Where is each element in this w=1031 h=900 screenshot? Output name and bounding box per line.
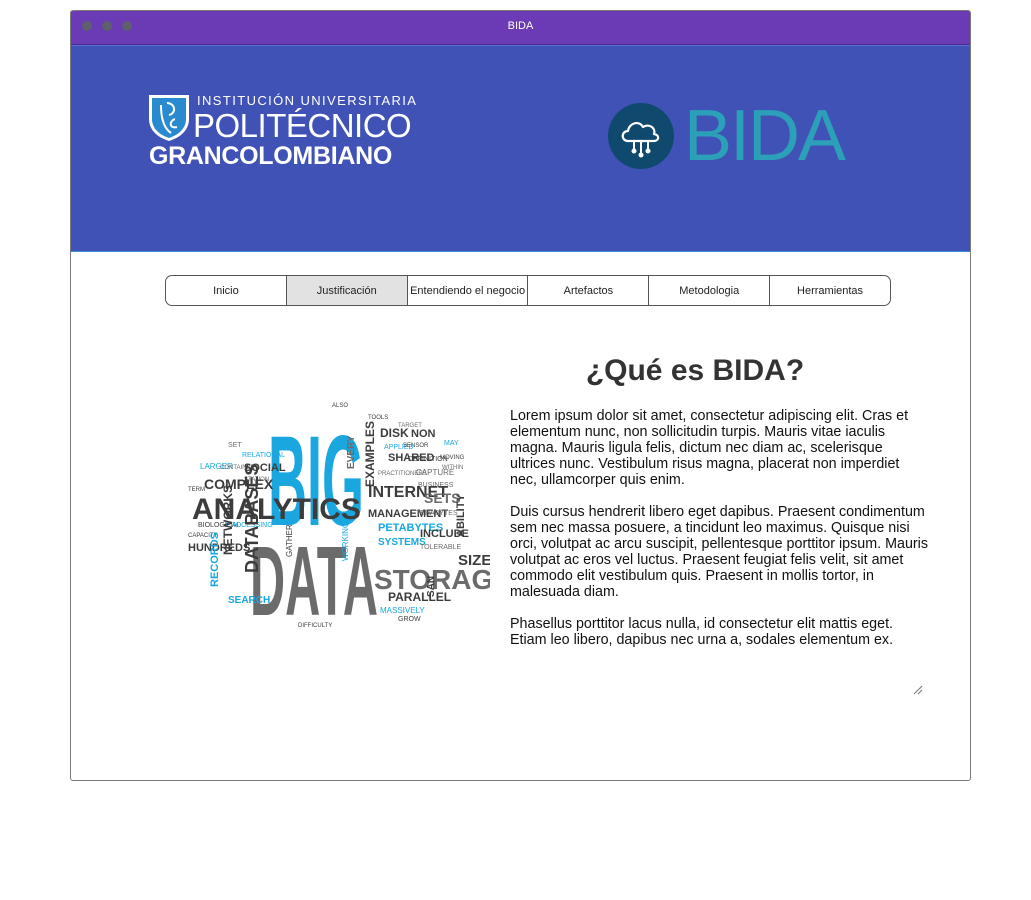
institution-line2: POLITÉCNICO bbox=[193, 107, 412, 144]
word-cloud-word: MAY bbox=[444, 440, 459, 447]
word-cloud-word: GATHER bbox=[285, 524, 294, 557]
nav-tab-artefactos[interactable]: Artefactos bbox=[528, 276, 650, 305]
word-cloud-word: SAN bbox=[426, 576, 437, 597]
word-cloud-word: MOVING bbox=[440, 455, 465, 461]
bida-logo-word: BIDA bbox=[684, 96, 846, 176]
word-cloud-word: TERABYTES bbox=[416, 510, 458, 517]
word-cloud-word: WORKING bbox=[341, 522, 350, 561]
word-cloud-word: SEARCH bbox=[228, 595, 270, 606]
word-cloud-word: WITHIN bbox=[442, 465, 463, 471]
word-cloud-word: GROW bbox=[398, 616, 421, 623]
bida-logo[interactable]: BIDA bbox=[608, 96, 868, 182]
word-cloud-word: DIFFICULTY bbox=[298, 623, 332, 627]
nav-tab-entendiendo-el-negocio[interactable]: Entendiendo el negocio bbox=[408, 276, 529, 305]
institution-line1: INSTITUCIÓN UNIVERSITARIA bbox=[197, 93, 418, 108]
word-cloud-word: EXAMPLES bbox=[363, 421, 377, 487]
word-cloud-word: ABILITY bbox=[455, 494, 467, 537]
paragraph-1: Lorem ipsum dolor sit amet, consectetur … bbox=[510, 408, 909, 488]
paragraph-2: Duis cursus hendrerit libero eget dapibu… bbox=[510, 504, 928, 600]
title-bar: BIDA bbox=[71, 11, 970, 45]
nav-tab-metodologia[interactable]: Metodologia bbox=[649, 276, 771, 305]
word-cloud-word: EVERY bbox=[346, 435, 357, 469]
bida-logo-circle bbox=[608, 103, 674, 169]
word-cloud-word: RELATIONAL bbox=[242, 452, 285, 459]
browser-window: BIDA INSTITUCIÓN UNIVERSITARIA POLITÉCNI… bbox=[70, 10, 971, 781]
cloud-network-icon bbox=[621, 121, 660, 158]
word-cloud-word: SYSTEMS bbox=[378, 537, 426, 548]
word-cloud-word: RECORDS bbox=[209, 532, 221, 587]
word-cloud-word: NON bbox=[411, 428, 436, 440]
word-cloud-word: DISK bbox=[380, 426, 409, 440]
shield-icon bbox=[149, 95, 189, 141]
word-cloud-data: DATA bbox=[250, 526, 378, 627]
window-title: BIDA bbox=[507, 20, 534, 32]
nav-tab-justificacion[interactable]: Justificación bbox=[286, 276, 408, 305]
resize-handle-icon[interactable] bbox=[913, 685, 923, 695]
word-cloud-word: SENSOR bbox=[403, 443, 429, 449]
nav-tab-inicio[interactable]: Inicio bbox=[166, 276, 287, 305]
content-text: Lorem ipsum dolor sit amet, consectetur … bbox=[510, 408, 928, 664]
page-title: ¿Qué es BIDA? bbox=[585, 354, 805, 387]
word-cloud-word: TOOLS bbox=[368, 415, 388, 421]
paragraph-3: Phasellus porttitor lacus nulla, id cons… bbox=[510, 616, 894, 648]
word-cloud-word: MASSIVELY bbox=[380, 606, 425, 615]
institution-logo[interactable]: INSTITUCIÓN UNIVERSITARIA POLITÉCNICO GR… bbox=[147, 93, 427, 173]
word-cloud-word: NETWORKS bbox=[221, 485, 235, 555]
word-cloud-word: DATABASES bbox=[242, 464, 262, 573]
institution-line3: GRANCOLOMBIANO bbox=[149, 142, 393, 170]
site-header: INSTITUCIÓN UNIVERSITARIA POLITÉCNICO GR… bbox=[71, 45, 970, 252]
main-nav: Inicio Justificación Entendiendo el nego… bbox=[165, 275, 891, 306]
big-data-word-cloud: BIG DATA ALSOTOOLSTARGETDISK NONAPPLIEDSE… bbox=[188, 403, 490, 627]
word-cloud-word: SET bbox=[228, 442, 242, 449]
nav-tab-herramientas[interactable]: Herramientas bbox=[770, 276, 890, 305]
word-cloud-word: PARALLEL bbox=[388, 590, 451, 604]
word-cloud-word: TOLERABLE bbox=[420, 544, 461, 551]
word-cloud-word: ALSO bbox=[332, 403, 348, 409]
